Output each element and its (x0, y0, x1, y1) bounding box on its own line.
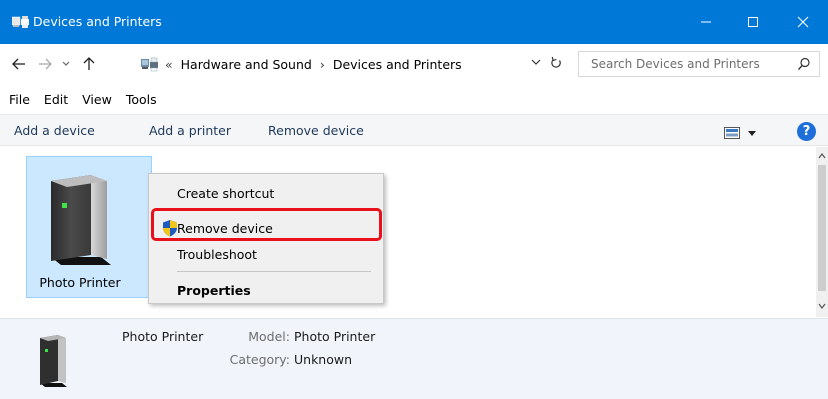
minimize-button[interactable] (683, 0, 729, 44)
window-title: Devices and Printers (33, 14, 162, 29)
menu-view[interactable]: View (75, 92, 119, 107)
model-value: Photo Printer (294, 329, 376, 344)
highlight-box (151, 208, 382, 241)
devices-printers-icon (11, 15, 29, 29)
details-pane: Photo Printer Model: Photo Printer Categ… (0, 318, 828, 399)
menu-file[interactable]: File (0, 92, 37, 107)
device-tile-photo-printer[interactable]: Photo Printer (26, 156, 152, 298)
refresh-button[interactable] (547, 54, 565, 72)
add-printer-button[interactable]: Add a printer (149, 123, 231, 138)
breadcrumb-devices-and-printers[interactable]: Devices and Printers (333, 57, 462, 72)
devices-printers-icon (141, 56, 159, 72)
view-icon (724, 127, 740, 139)
printer-device-icon (38, 333, 68, 392)
breadcrumb-hardware-and-sound[interactable]: Hardware and Sound (181, 57, 312, 72)
close-button[interactable] (780, 0, 826, 44)
help-icon: ? (802, 124, 811, 139)
remove-device-command[interactable]: Remove device (268, 123, 364, 138)
back-arrow-icon (12, 58, 25, 70)
recent-locations-button[interactable] (58, 54, 74, 74)
category-label: Category: (229, 352, 290, 367)
scrollbar[interactable] (816, 147, 828, 317)
menu-divider (177, 271, 371, 272)
up-button[interactable] (78, 54, 100, 74)
breadcrumb-overflow[interactable]: « (165, 57, 173, 72)
device-label: Photo Printer (39, 275, 121, 290)
title-bar: Devices and Printers (0, 0, 828, 44)
model-label: Model: (248, 329, 290, 344)
breadcrumb-separator[interactable]: › (320, 57, 325, 72)
add-device-button[interactable]: Add a device (14, 123, 95, 138)
scroll-down-icon[interactable] (818, 303, 826, 309)
forward-button[interactable] (34, 54, 56, 74)
scroll-up-icon[interactable] (818, 153, 826, 159)
chevron-down-icon (531, 59, 541, 65)
category-value: Unknown (294, 352, 353, 367)
details-device-name: Photo Printer (122, 329, 204, 344)
address-history-dropdown[interactable] (528, 54, 544, 70)
search-icon[interactable] (797, 57, 811, 74)
context-troubleshoot[interactable]: Troubleshoot (177, 247, 257, 262)
forward-arrow-icon (39, 58, 52, 70)
maximize-button[interactable] (730, 0, 776, 44)
change-view-button[interactable] (724, 126, 768, 140)
chevron-down-icon (62, 61, 70, 66)
address-box[interactable]: « Hardware and Sound › Devices and Print… (138, 52, 572, 76)
printer-device-icon (47, 173, 113, 272)
search-input[interactable] (579, 52, 789, 76)
scrollbar-thumb[interactable] (818, 165, 826, 291)
chevron-down-icon (748, 130, 756, 136)
command-bar: Add a device Add a printer Remove device… (0, 114, 828, 146)
menu-tools[interactable]: Tools (119, 92, 164, 107)
context-create-shortcut[interactable]: Create shortcut (177, 186, 274, 201)
device-list-area: Photo Printer (0, 147, 828, 317)
up-arrow-icon (83, 57, 95, 70)
menu-bar: File Edit View Tools (0, 86, 828, 112)
refresh-icon (551, 56, 561, 68)
menu-edit[interactable]: Edit (37, 92, 75, 107)
breadcrumb: « Hardware and Sound › Devices and Print… (165, 57, 462, 72)
back-button[interactable] (8, 54, 30, 74)
context-properties[interactable]: Properties (177, 283, 251, 298)
help-button[interactable]: ? (797, 122, 816, 141)
search-box[interactable] (578, 51, 820, 77)
